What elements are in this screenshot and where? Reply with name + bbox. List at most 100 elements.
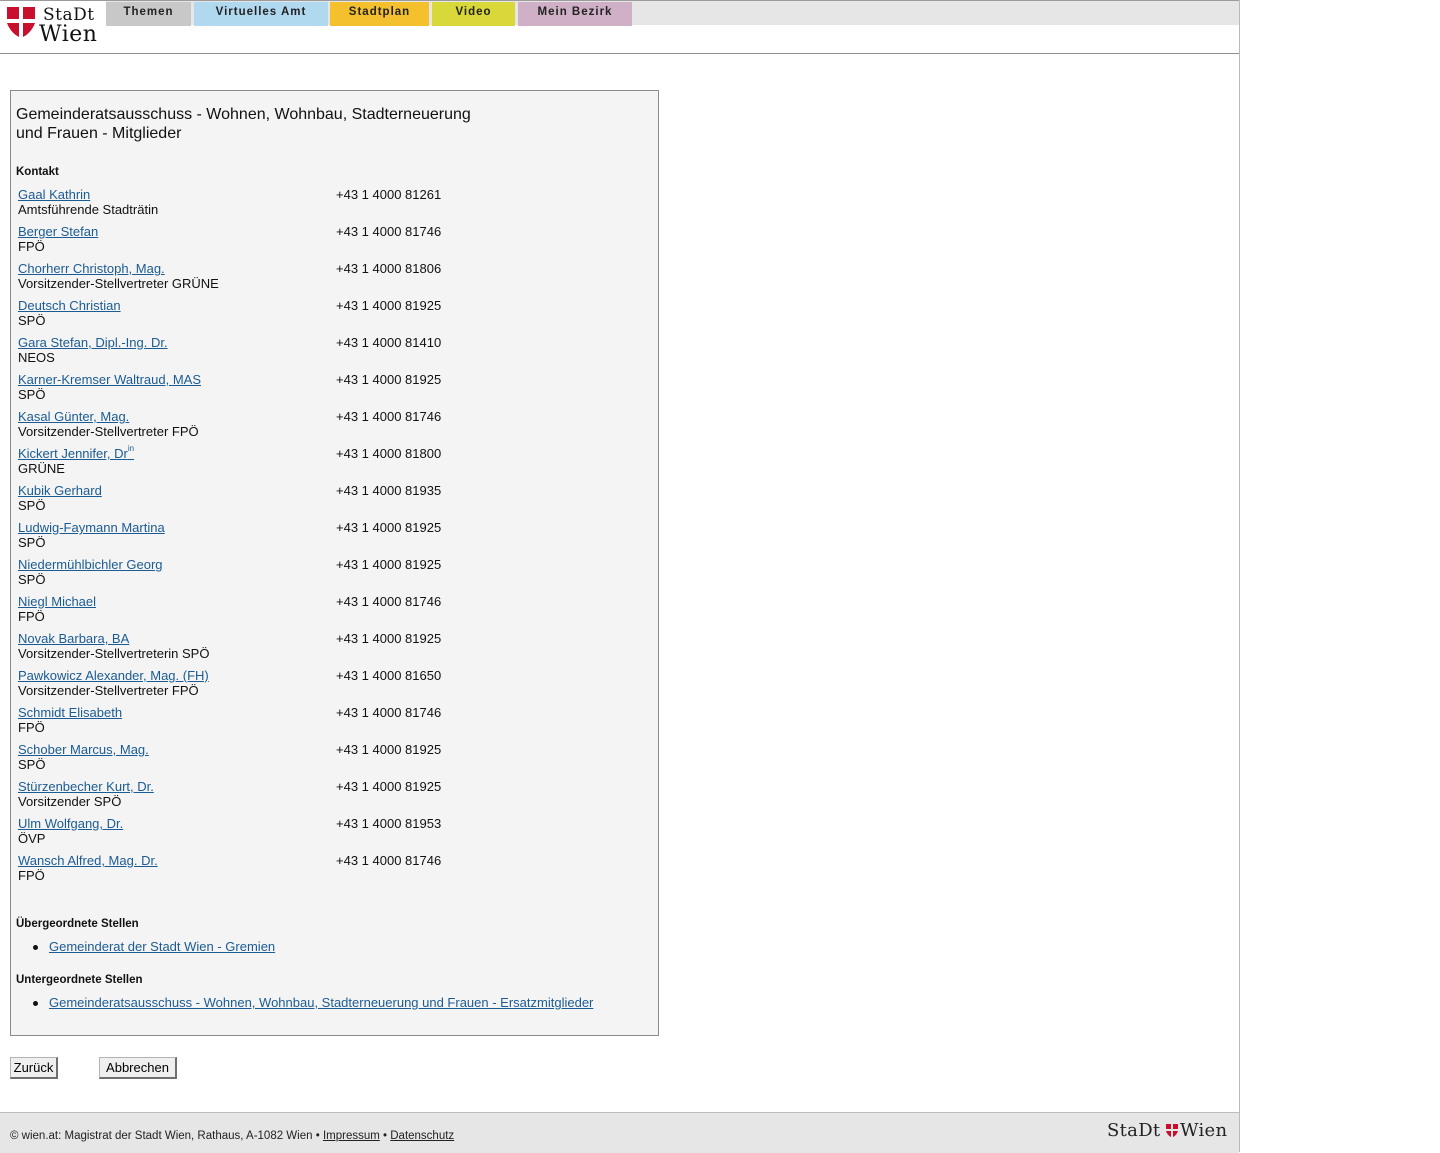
member-role: SPÖ [18, 757, 46, 772]
member-phone: +43 1 4000 81925 [336, 557, 442, 572]
vienna-shield-icon [7, 7, 35, 37]
member-row: Berger Stefan FPÖ +43 1 4000 81746 [18, 224, 638, 258]
member-row: Chorherr Christoph, Mag. Vorsitzender-Ste… [18, 261, 638, 295]
member-name: Kubik Gerhard [18, 483, 102, 498]
vienna-shield-icon [1166, 1124, 1178, 1137]
member-role: Vorsitzender-Stellvertreter GRÜNE [18, 276, 219, 291]
nav-tab-video[interactable]: Video [432, 2, 515, 26]
member-name: Pawkowicz Alexander, Mag. (FH) [18, 668, 209, 683]
cancel-button[interactable]: Abbrechen [99, 1057, 177, 1079]
member-name-link[interactable]: Stürzenbecher Kurt, Dr. [18, 779, 154, 794]
page-title: Gemeinderatsausschuss - Wohnen, Wohnbau,… [16, 105, 471, 143]
member-name-link[interactable]: Ludwig-Faymann Martina [18, 520, 165, 535]
nav-tab-label: Virtuelles Amt [215, 6, 307, 18]
member-row: Schober Marcus, Mag. SPÖ +43 1 4000 81925 [18, 742, 638, 776]
member-name: Schober Marcus, Mag. [18, 742, 149, 757]
member-name-superscript: in [127, 444, 135, 453]
contact-heading: Kontakt [16, 166, 59, 178]
member-role: Vorsitzender SPÖ [18, 794, 122, 809]
member-name-link[interactable]: Schober Marcus, Mag. [18, 742, 149, 757]
member-role: SPÖ [18, 572, 46, 587]
member-name-link[interactable]: Gara Stefan, Dipl.-Ing. Dr. [18, 335, 168, 350]
footer-logo-wien-text: Wien [1180, 1120, 1228, 1141]
member-row: Pawkowicz Alexander, Mag. (FH) Vorsitzend… [18, 668, 638, 702]
footer-text: © wien.at: Magistrat der Stadt Wien, Rat… [10, 1130, 454, 1142]
stadt-wien-logo[interactable]: StaDt Wien [6, 5, 101, 47]
member-role: Vorsitzender-Stellvertreter FPÖ [18, 424, 199, 439]
member-name-link[interactable]: Chorherr Christoph, Mag. [18, 261, 165, 276]
member-row: Ulm Wolfgang, Dr. ÖVP +43 1 4000 81953 [18, 816, 638, 850]
main-navigation: Themen Virtuelles Amt Stadtplan Video Me… [106, 1, 1239, 26]
member-name: Ulm Wolfgang, Dr. [18, 816, 124, 831]
member-name: Niegl Michael [18, 594, 97, 609]
member-name: Niedermühlbichler Georg [18, 557, 163, 572]
member-name-link[interactable]: Schmidt Elisabeth [18, 705, 122, 720]
parent-units-heading: Übergeordnete Stellen [16, 918, 139, 930]
member-row: Kubik Gerhard SPÖ +43 1 4000 81935 [18, 483, 638, 517]
member-name-link[interactable]: Gaal Kathrin [18, 187, 90, 202]
member-role: Vorsitzender-Stellvertreterin SPÖ [18, 646, 210, 661]
member-name-link[interactable]: Deutsch Christian [18, 298, 121, 313]
logo-wien-text: Wien [39, 22, 98, 47]
member-role: Amtsführende Stadträtin [18, 202, 159, 217]
footer-stadt-wien-logo[interactable]: StaDt Wien [1107, 1120, 1231, 1144]
member-name: Stürzenbecher Kurt, Dr. [18, 779, 154, 794]
member-name-link[interactable]: Wansch Alfred, Mag. Dr. [18, 853, 158, 868]
nav-tab-stadtplan[interactable]: Stadtplan [330, 2, 429, 26]
datenschutz-link[interactable]: Datenschutz [390, 1130, 454, 1142]
member-name-link[interactable]: Ulm Wolfgang, Dr. [18, 816, 123, 831]
member-row: Kickert Jennifer, Drin GRÜNE +43 1 4000 81… [18, 444, 638, 480]
member-phone: +43 1 4000 81746 [336, 853, 442, 868]
member-name-link[interactable]: Karner-Kremser Waltraud, MAS [18, 372, 201, 387]
nav-tab-themen[interactable]: Themen [106, 2, 191, 26]
member-role: Vorsitzender-Stellvertreter FPÖ [18, 683, 199, 698]
nav-tab-mein-bezirk[interactable]: Mein Bezirk [518, 2, 632, 26]
member-name-link[interactable]: Novak Barbara, BA [18, 631, 129, 646]
member-name-link[interactable]: Berger Stefan [18, 224, 98, 239]
member-role: NEOS [18, 350, 55, 365]
member-phone: +43 1 4000 81261 [336, 187, 442, 202]
member-row: Kasal Günter, Mag. Vorsitzender-Stellvert… [18, 409, 638, 443]
member-name-link[interactable]: Kubik Gerhard [18, 483, 102, 498]
member-role: FPÖ [18, 239, 45, 254]
member-phone: +43 1 4000 81410 [336, 335, 442, 350]
member-row: Wansch Alfred, Mag. Dr. FPÖ +43 1 4000 817… [18, 853, 638, 887]
member-role: ÖVP [18, 831, 46, 846]
member-role: FPÖ [18, 609, 45, 624]
nav-tab-virtuelles-amt[interactable]: Virtuelles Amt [194, 2, 328, 26]
member-phone: +43 1 4000 81746 [336, 594, 442, 609]
member-name: Schmidt Elisabeth [18, 705, 123, 720]
footer-logo-stadt-text: StaDt [1107, 1120, 1161, 1141]
member-name-link[interactable]: Niedermühlbichler Georg [18, 557, 163, 572]
footer-copyright: © wien.at: Magistrat der Stadt Wien, Rat… [10, 1130, 320, 1142]
member-phone: +43 1 4000 81925 [336, 372, 442, 387]
member-name-link[interactable]: Kickert Jennifer, Drin [18, 444, 135, 461]
impressum-link[interactable]: Impressum [323, 1130, 380, 1142]
member-name: Novak Barbara, BA [18, 631, 130, 646]
parent-unit-link[interactable]: Gemeinderat der Stadt Wien - Gremien [49, 939, 275, 954]
member-role: SPÖ [18, 313, 46, 328]
committee-members-panel: Gemeinderatsausschuss - Wohnen, Wohnbau,… [10, 90, 659, 1036]
member-phone: +43 1 4000 81925 [336, 779, 442, 794]
child-unit-link[interactable]: Gemeinderatsausschuss - Wohnen, Wohnbau,… [49, 995, 593, 1010]
member-phone: +43 1 4000 81746 [336, 409, 442, 424]
site-header: StaDt Wien Themen Virtuelles Amt Stadtpl… [0, 0, 1239, 54]
member-name-link[interactable]: Niegl Michael [18, 594, 96, 609]
member-phone: +43 1 4000 81800 [336, 446, 442, 461]
member-row: Ludwig-Faymann Martina SPÖ +43 1 4000 8192… [18, 520, 638, 554]
member-row: Niegl Michael FPÖ +43 1 4000 81746 [18, 594, 638, 628]
member-phone: +43 1 4000 81925 [336, 520, 442, 535]
member-role: FPÖ [18, 868, 45, 883]
member-name: Gaal Kathrin [18, 187, 91, 202]
member-row: Deutsch Christian SPÖ +43 1 4000 81925 [18, 298, 638, 332]
member-name-link[interactable]: Pawkowicz Alexander, Mag. (FH) [18, 668, 209, 683]
member-role: SPÖ [18, 498, 46, 513]
member-name-link[interactable]: Kasal Günter, Mag. [18, 409, 129, 424]
member-name: Berger Stefan [18, 224, 99, 239]
nav-tab-label: Themen [123, 6, 174, 18]
member-phone: +43 1 4000 81925 [336, 742, 442, 757]
member-row: Niedermühlbichler Georg SPÖ +43 1 4000 819… [18, 557, 638, 591]
nav-tab-label: Mein Bezirk [537, 6, 613, 18]
back-button[interactable]: Zurück [10, 1057, 58, 1079]
member-phone: +43 1 4000 81925 [336, 298, 442, 313]
